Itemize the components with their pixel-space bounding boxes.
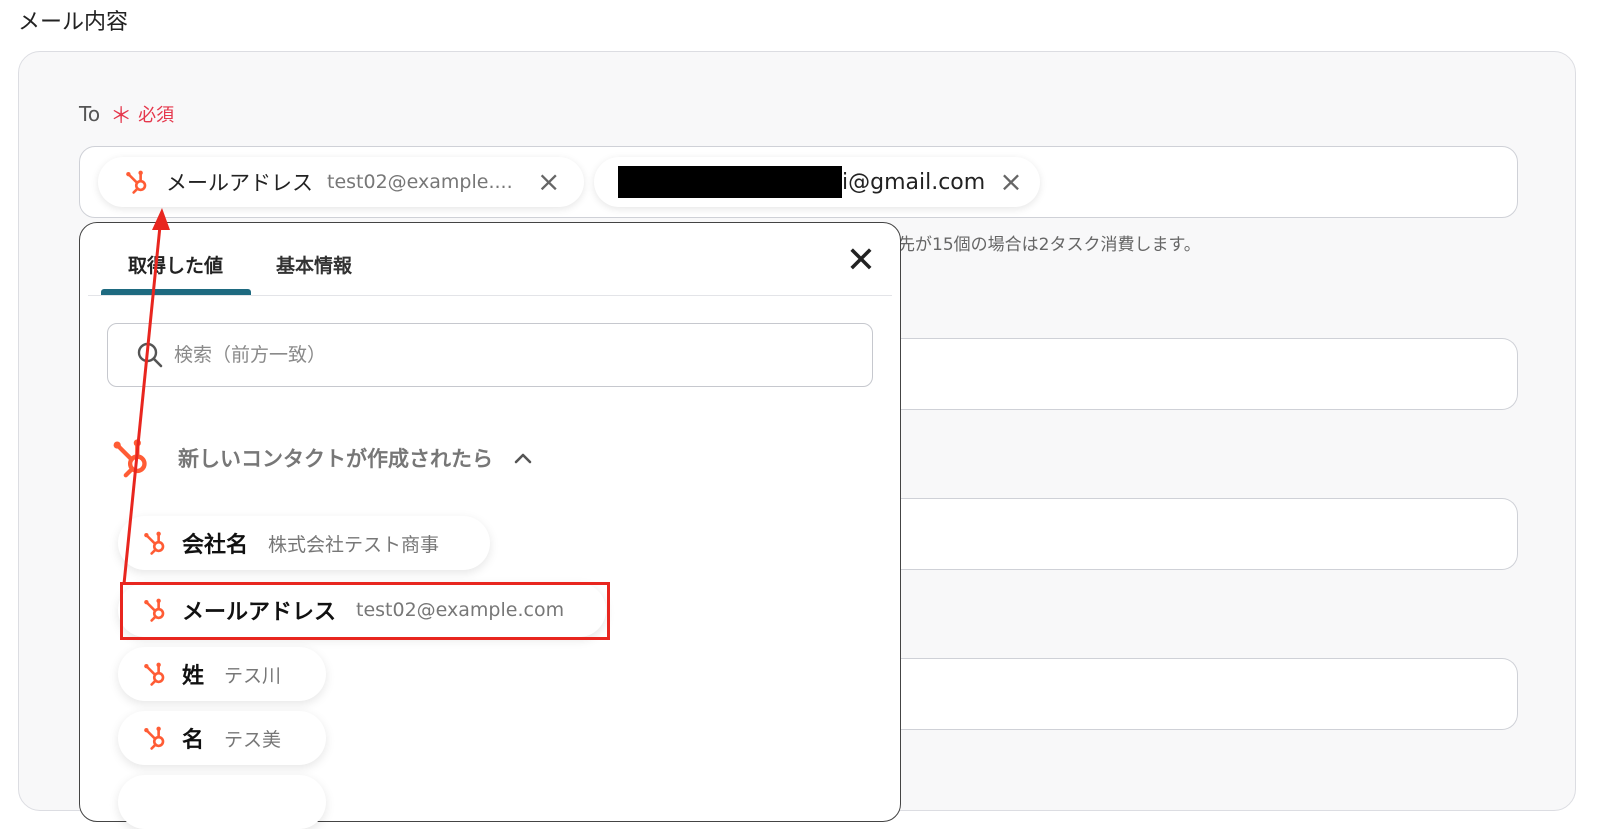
annotation-arrow (122, 208, 170, 585)
list-item[interactable] (118, 775, 326, 829)
